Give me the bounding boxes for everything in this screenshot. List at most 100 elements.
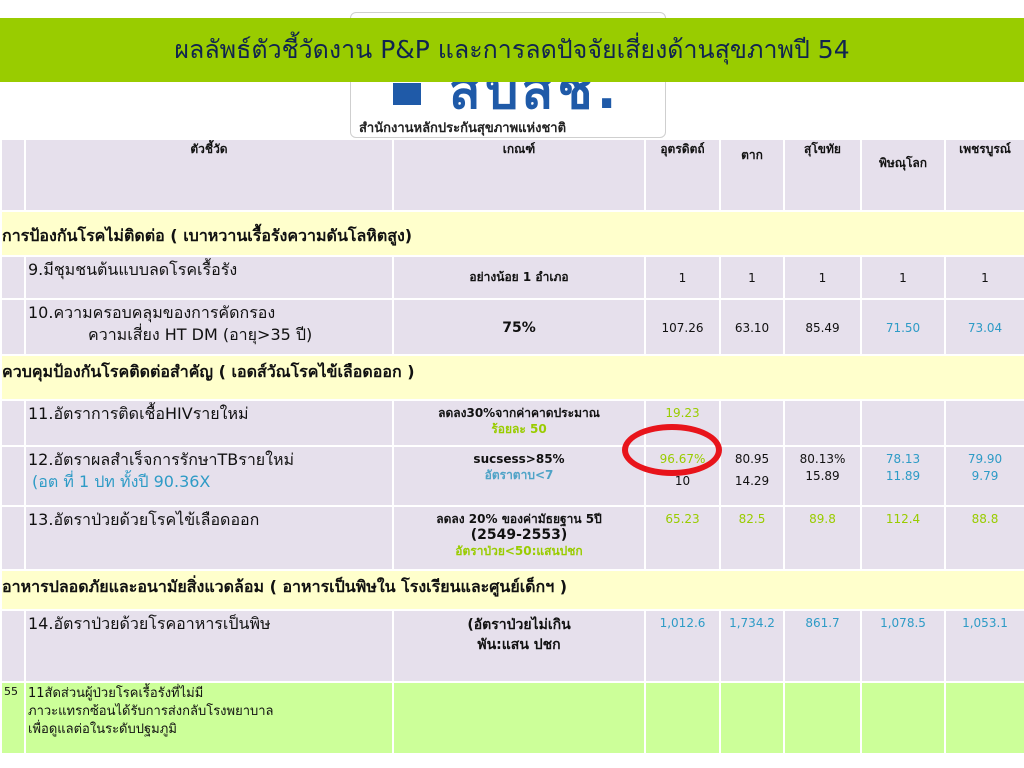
criteria-cell: 75% (392, 298, 646, 356)
value-cell: 85.49 (783, 298, 862, 356)
indicator-line: ความเสี่ยง HT DM (อายุ>35 ปี) (88, 325, 313, 344)
section-row: ควบคุมป้องกันโรคติดต่อสำคัญ ( เอดส์วัณโร… (0, 354, 1024, 401)
value-cell: 80.95 14.29 (719, 445, 785, 507)
value-cell: 80.13% 15.89 (783, 445, 862, 507)
value-cell: 89.8 (783, 505, 862, 571)
value-line: 80.13% (799, 452, 846, 466)
kpi-table: ตัวชี้วัด เกณฑ์ อุตรดิตถ์ ตาก สุโขทัย พิ… (0, 138, 1024, 755)
value-cell (944, 399, 1024, 447)
criteria-cell: ลดลง 20% ของค่ามัธยฐาน 5ปี (2549-2553) อ… (392, 505, 646, 571)
header-cell: สุโขทัย (783, 138, 862, 212)
indicator-line: ภาวะแทรกซ้อนได้รับการส่งกลับโรงพยาบาล (28, 704, 274, 719)
value-cell: 861.7 (783, 609, 862, 683)
criteria-line: อัตราป่วย<50:แสนปชก (455, 544, 583, 558)
row-number: 55 (0, 681, 26, 755)
indicator-cell: 13.อัตราป่วยด้วยโรคไข้เลือดออก (24, 505, 394, 571)
value-cell: 71.50 (860, 298, 946, 356)
indicator-line: (อต ที่ 1 ปท ทั้งปี 90.36X (32, 472, 211, 491)
header-cell (0, 138, 26, 212)
indicator-line: 12.อัตราผลสำเร็จการรักษาTBรายใหม่ (28, 450, 295, 469)
table-header-row: ตัวชี้วัด เกณฑ์ อุตรดิตถ์ ตาก สุโขทัย พิ… (0, 138, 1024, 212)
table-row: 10.ความครอบคลุมของการคัดกรอง ความเสี่ยง … (0, 298, 1024, 356)
highlight-circle (622, 424, 722, 476)
value-line: 10 (674, 474, 691, 488)
criteria-cell: อย่างน้อย 1 อำเภอ (392, 255, 646, 300)
table-row: 11.อัตราการติดเชื้อHIVรายใหม่ ลดลง30%จาก… (0, 399, 1024, 447)
value-cell: 1,012.6 (644, 609, 721, 683)
value-cell: 79.90 9.79 (944, 445, 1024, 507)
value-cell: 107.26 (644, 298, 721, 356)
value-line: 79.90 (967, 452, 1003, 466)
criteria-line: (2549-2553) (470, 527, 568, 543)
section-title: อาหารปลอดภัยและอนามัยสิ่งแวดล้อม ( อาหาร… (0, 569, 1024, 611)
value-cell: 112.4 (860, 505, 946, 571)
criteria-line: (อัตราป่วยไม่เกิน (467, 617, 571, 633)
value-cell: 82.5 (719, 505, 785, 571)
value-cell (719, 399, 785, 447)
value-line: 9.79 (971, 469, 999, 483)
value-line: 80.95 (734, 452, 770, 466)
criteria-line: พัน:แสน ปชก (477, 637, 561, 653)
criteria-line: ลดลง30%จากค่าคาดประมาณ (438, 406, 600, 420)
header-cell: พิษณุโลก (860, 138, 946, 212)
value-cell: 1 (860, 255, 946, 300)
indicator-line: 10.ความครอบคลุมของการคัดกรอง (28, 303, 276, 322)
criteria-line: sucsess>85% (473, 452, 565, 466)
header-cell: ตาก (719, 138, 785, 212)
value-cell: 1 (944, 255, 1024, 300)
indicator-cell: 12.อัตราผลสำเร็จการรักษาTBรายใหม่ (อต ที… (24, 445, 394, 507)
value-cell: 88.8 (944, 505, 1024, 571)
criteria-cell: ลดลง30%จากค่าคาดประมาณ ร้อยละ 50 (392, 399, 646, 447)
value-cell: 1 (719, 255, 785, 300)
value-cell: 1 (644, 255, 721, 300)
indicator-cell: 10.ความครอบคลุมของการคัดกรอง ความเสี่ยง … (24, 298, 394, 356)
value-cell: 1 (783, 255, 862, 300)
indicator-line: เพื่อดูแลต่อในระดับปฐมภูมิ (28, 722, 177, 737)
logo-square-icon (393, 83, 421, 105)
section-title: การป้องกันโรคไม่ติดต่อ ( เบาหวานเรื้อรัง… (0, 210, 1024, 257)
value-cell (719, 681, 785, 755)
page-title: ผลลัพธ์ตัวชี้วัดงาน P&P และการลดปัจจัยเส… (174, 35, 850, 64)
value-cell (860, 681, 946, 755)
indicator-cell: 11สัดส่วนผู้ป่วยโรคเรื้อรังที่ไม่มี ภาวะ… (24, 681, 394, 755)
value-cell (944, 681, 1024, 755)
criteria-line: อัตราตาบ<7 (484, 468, 554, 482)
value-line: 78.13 (885, 452, 921, 466)
value-cell: 1,078.5 (860, 609, 946, 683)
indicator-cell: 9.มีชุมชนต้นแบบลดโรคเรื้อรัง (24, 255, 394, 300)
header-cell: เพชรบูรณ์ (944, 138, 1024, 212)
table-row: 13.อัตราป่วยด้วยโรคไข้เลือดออก ลดลง 20% … (0, 505, 1024, 571)
value-cell (860, 399, 946, 447)
table-row: 55 11สัดส่วนผู้ป่วยโรคเรื้อรังที่ไม่มี ภ… (0, 681, 1024, 755)
value-cell: 63.10 (719, 298, 785, 356)
criteria-cell: (อัตราป่วยไม่เกิน พัน:แสน ปชก (392, 609, 646, 683)
value-cell (644, 681, 721, 755)
logo-caption: สำนักงานหลักประกันสุขภาพแห่งชาติ (359, 121, 567, 136)
table-row: 12.อัตราผลสำเร็จการรักษาTBรายใหม่ (อต ที… (0, 445, 1024, 507)
criteria-line: ร้อยละ 50 (491, 422, 547, 436)
criteria-line: ลดลง 20% ของค่ามัธยฐาน 5ปี (436, 512, 602, 526)
value-line: 15.89 (805, 469, 840, 483)
table-row: 9.มีชุมชนต้นแบบลดโรคเรื้อรัง อย่างน้อย 1… (0, 255, 1024, 300)
table-row: 14.อัตราป่วยด้วยโรคอาหารเป็นพิษ (อัตราป่… (0, 609, 1024, 683)
indicator-line: 11สัดส่วนผู้ป่วยโรคเรื้อรังที่ไม่มี (28, 686, 204, 701)
value-cell: 1,053.1 (944, 609, 1024, 683)
value-line: 11.89 (885, 469, 921, 483)
indicator-cell: 14.อัตราป่วยด้วยโรคอาหารเป็นพิษ (24, 609, 394, 683)
value-cell: 1,734.2 (719, 609, 785, 683)
criteria-cell (392, 681, 646, 755)
section-title: ควบคุมป้องกันโรคติดต่อสำคัญ ( เอดส์วัณโร… (0, 354, 1024, 401)
header-cell: เกณฑ์ (392, 138, 646, 212)
value-line: 14.29 (734, 474, 770, 488)
value-cell (783, 681, 862, 755)
value-cell: 65.23 (644, 505, 721, 571)
header-cell: อุตรดิตถ์ (644, 138, 721, 212)
section-row: การป้องกันโรคไม่ติดต่อ ( เบาหวานเรื้อรัง… (0, 210, 1024, 257)
header-cell: ตัวชี้วัด (24, 138, 394, 212)
value-cell (783, 399, 862, 447)
title-bar: ผลลัพธ์ตัวชี้วัดงาน P&P และการลดปัจจัยเส… (0, 18, 1024, 82)
value-cell: 78.13 11.89 (860, 445, 946, 507)
indicator-cell: 11.อัตราการติดเชื้อHIVรายใหม่ (24, 399, 394, 447)
value-cell: 73.04 (944, 298, 1024, 356)
criteria-cell: sucsess>85% อัตราตาบ<7 (392, 445, 646, 507)
